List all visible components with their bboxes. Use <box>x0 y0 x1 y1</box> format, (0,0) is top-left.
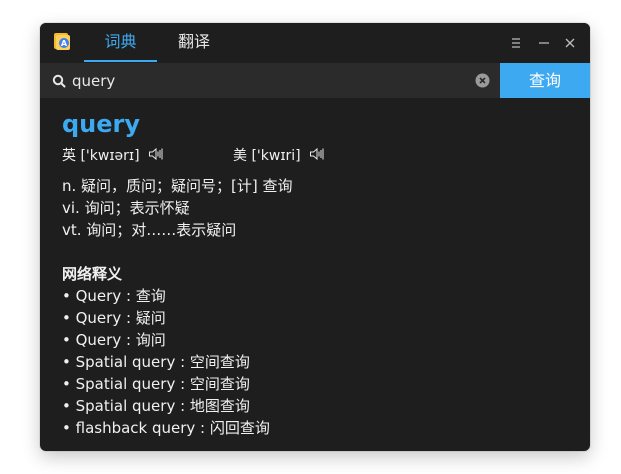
definition-line: vi. 询问；表示怀疑 <box>62 199 190 217</box>
phonetic-us-ipa: ['kwɪri] <box>251 148 301 164</box>
tab-dictionary[interactable]: 词典 <box>84 23 157 63</box>
dictionary-window: A 词典 翻译 query 查询 query 英 ['kwɪərɪ] 美 ['k… <box>40 23 590 451</box>
phonetic-uk: 英 ['kwɪərɪ] <box>62 145 164 167</box>
web-definition-item: • flashback query : 闪回查询 <box>62 419 270 437</box>
minimize-icon[interactable] <box>534 33 554 53</box>
web-definition-item: • Spatial query : 空间查询 <box>62 353 250 371</box>
search-icon <box>52 73 66 88</box>
phonetic-uk-label: 英 <box>62 148 76 164</box>
phonetic-us: 美 ['kwɪri] <box>233 145 325 167</box>
active-tab-indicator <box>84 60 157 62</box>
definition-line: vt. 询问；对……表示疑问 <box>62 221 237 239</box>
definition-line: n. 疑问，质问；疑问号；[计] 查询 <box>62 177 293 195</box>
web-definition-item: • Spatial query : 地图查询 <box>62 397 250 415</box>
web-definition-item: • Query : 询问 <box>62 331 166 349</box>
search-bar: 查询 <box>40 63 590 98</box>
menu-icon[interactable] <box>506 33 526 53</box>
close-icon[interactable] <box>560 33 580 53</box>
web-definition-item: • Query : 疑问 <box>62 309 166 327</box>
query-button[interactable]: 查询 <box>500 63 590 98</box>
clear-icon[interactable] <box>475 73 490 88</box>
search-input[interactable] <box>72 66 492 95</box>
web-definition-item: • Query : 查询 <box>62 287 166 305</box>
web-definitions-list: • Query : 查询 • Query : 疑问 • Query : 询问 •… <box>62 285 572 439</box>
result-panel: query 英 ['kwɪərɪ] 美 ['kwɪri] n. 疑问，质问；疑问… <box>62 109 572 439</box>
tab-translate-label: 翻译 <box>177 32 210 51</box>
title-bar: A 词典 翻译 <box>40 23 590 63</box>
web-definition-item: • Spatial query : 空间查询 <box>62 375 250 393</box>
tab-translate[interactable]: 翻译 <box>166 23 222 63</box>
web-definitions-title: 网络释义 <box>62 265 123 283</box>
phonetic-us-label: 美 <box>233 148 247 164</box>
svg-text:A: A <box>61 39 68 48</box>
phonetics-row: 英 ['kwɪərɪ] 美 ['kwɪri] <box>62 145 572 167</box>
tab-dictionary-label: 词典 <box>104 32 137 51</box>
phonetic-uk-ipa: ['kwɪərɪ] <box>80 148 140 164</box>
dictionary-app-icon: A <box>53 32 72 51</box>
speaker-us-icon[interactable] <box>309 146 325 162</box>
speaker-uk-icon[interactable] <box>148 146 164 162</box>
headword: query <box>62 110 141 138</box>
definitions: n. 疑问，质问；疑问号；[计] 查询 vi. 询问；表示怀疑 vt. 询问；对… <box>62 175 572 241</box>
